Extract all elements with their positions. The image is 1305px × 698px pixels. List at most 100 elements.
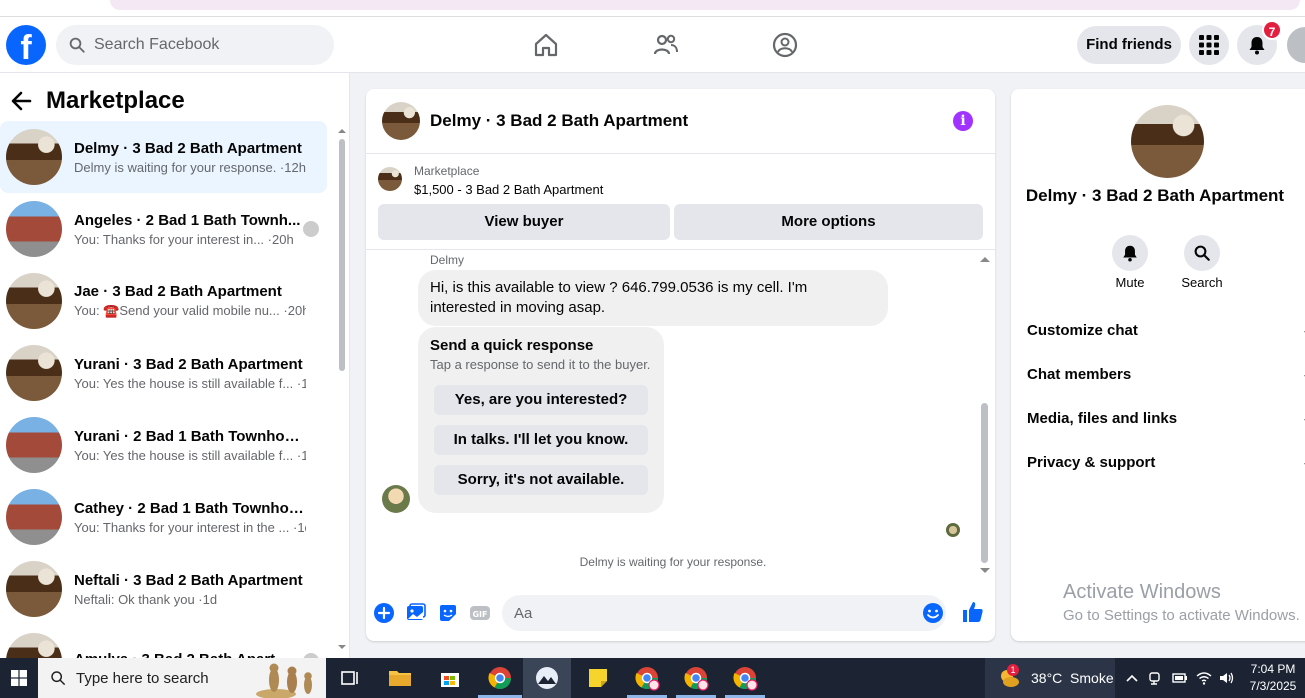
conversation-text: Cathey · 2 Bad 1 Bath Townhouse You: Than… xyxy=(74,500,306,535)
conversation-item[interactable]: Angeles · 2 Bad 1 Bath Townh... You: Than… xyxy=(0,193,327,265)
emoji-icon[interactable] xyxy=(922,602,944,624)
chrome-profile-3-icon[interactable] xyxy=(731,664,759,692)
chat-avatar[interactable] xyxy=(382,102,420,140)
customize-chat-label: Customize chat xyxy=(1027,322,1138,339)
sticker-icon[interactable] xyxy=(437,602,459,624)
volume-icon[interactable] xyxy=(1218,670,1234,686)
clock-date: 7/3/2025 xyxy=(1249,679,1297,693)
customize-chat-item[interactable]: Customize chat xyxy=(1027,322,1305,344)
quick-response-card: Send a quick response Tap a response to … xyxy=(418,327,664,513)
wifi-icon[interactable] xyxy=(1196,670,1212,686)
back-arrow-icon[interactable] xyxy=(10,90,32,112)
scroll-up-icon[interactable] xyxy=(980,255,990,263)
search-input[interactable] xyxy=(94,36,314,54)
conversation-preview-text: Neftali: Ok thank you xyxy=(74,591,195,607)
search-box[interactable] xyxy=(56,25,334,65)
bell-icon xyxy=(1249,37,1265,55)
conversation-item[interactable]: Yurani · 3 Bad 2 Bath Apartment You: Yes … xyxy=(0,337,327,409)
privacy-support-label: Privacy & support xyxy=(1027,454,1156,471)
chat-scrollbar[interactable] xyxy=(978,253,992,579)
conversation-preview: You: Yes the house is still available f.… xyxy=(74,448,306,463)
info-icon[interactable]: i xyxy=(953,111,973,131)
scroll-up-icon[interactable] xyxy=(338,127,346,135)
conversation-avatar xyxy=(6,561,62,617)
chat-scroll-thumb[interactable] xyxy=(981,403,988,563)
remote-app-icon[interactable] xyxy=(533,664,561,692)
find-friends-button[interactable]: Find friends xyxy=(1077,26,1181,64)
microsoft-store-icon[interactable] xyxy=(436,664,464,692)
grid-menu-icon xyxy=(1199,35,1219,55)
sticky-notes-icon[interactable] xyxy=(584,664,612,692)
conversation-time: 20h xyxy=(272,231,294,247)
scroll-down-icon[interactable] xyxy=(980,567,990,575)
quick-response-title: Send a quick response xyxy=(430,337,594,354)
conversation-time: 1d xyxy=(301,448,306,463)
friends-icon[interactable] xyxy=(652,31,680,59)
home-icon[interactable] xyxy=(532,31,560,59)
mute-action[interactable]: Mute xyxy=(1100,235,1160,290)
message-bubble[interactable]: Hi, is this available to view ? 646.799.… xyxy=(418,270,888,326)
facebook-logo-icon[interactable]: f xyxy=(6,25,46,65)
photo-icon[interactable] xyxy=(405,602,427,624)
search-icon xyxy=(51,671,66,686)
browser-address-strip xyxy=(0,0,1305,17)
account-avatar[interactable] xyxy=(1285,25,1305,65)
start-button[interactable] xyxy=(0,658,38,698)
like-thumbs-up-icon[interactable] xyxy=(961,600,985,624)
scroll-down-icon[interactable] xyxy=(338,643,346,651)
message-input[interactable] xyxy=(502,595,946,631)
conversation-item[interactable]: Yurani · 2 Bad 1 Bath Townhouse You: Yes … xyxy=(0,409,327,481)
details-avatar[interactable] xyxy=(1131,105,1204,178)
more-options-button[interactable]: More options xyxy=(674,204,983,240)
conversation-item[interactable]: Cathey · 2 Bad 1 Bath Townhouse You: Than… xyxy=(0,481,327,553)
conversation-preview: You: Yes the house is still available f.… xyxy=(74,376,306,391)
weather-text: 38°C Smoke xyxy=(1031,670,1114,686)
chat-members-item[interactable]: Chat members xyxy=(1027,366,1305,388)
system-clock[interactable]: 7:04 PM 7/3/2025 xyxy=(1245,661,1301,695)
conversation-avatar xyxy=(6,417,62,473)
conversation-item[interactable]: Jae · 3 Bad 2 Bath Apartment You: ☎️Send … xyxy=(0,265,327,337)
quick-response-sorry-button[interactable]: Sorry, it's not available. xyxy=(434,465,648,495)
chrome-profile-1-icon[interactable] xyxy=(633,664,661,692)
search-icon xyxy=(1194,245,1210,261)
quick-response-yes-button[interactable]: Yes, are you interested? xyxy=(434,385,648,415)
battery-icon[interactable] xyxy=(1172,670,1188,686)
sender-avatar[interactable] xyxy=(382,485,410,513)
activate-windows-title: Activate Windows xyxy=(1063,581,1221,603)
conversation-title: Angeles · 2 Bad 1 Bath Townh... xyxy=(74,211,301,229)
privacy-support-item[interactable]: Privacy & support xyxy=(1027,454,1305,476)
plus-circle-icon[interactable] xyxy=(373,602,395,624)
menu-button[interactable] xyxy=(1189,25,1229,65)
listing-thumbnail[interactable] xyxy=(378,167,402,191)
groups-icon[interactable] xyxy=(771,31,799,59)
media-files-links-item[interactable]: Media, files and links xyxy=(1027,410,1305,432)
sidebar-scrollbar[interactable] xyxy=(338,127,346,649)
conversation-time: 12h xyxy=(284,159,306,175)
chat-title[interactable]: Delmy · 3 Bad 2 Bath Apartment xyxy=(430,111,688,131)
chrome-icon[interactable] xyxy=(486,664,514,692)
conversation-item[interactable]: Neftali · 3 Bad 2 Bath Apartment Neftali:… xyxy=(0,553,327,625)
conversation-avatar xyxy=(6,201,62,257)
task-view-icon[interactable] xyxy=(336,664,364,692)
conversation-preview-text: You: Thanks for your interest in the ... xyxy=(74,519,290,535)
meet-now-icon[interactable] xyxy=(1148,670,1164,686)
view-buyer-button[interactable]: View buyer xyxy=(378,204,670,240)
conversation-title: Cathey · 2 Bad 1 Bath Townhouse xyxy=(74,499,306,517)
taskbar-search[interactable]: Type here to search xyxy=(38,658,326,698)
listing-price[interactable]: $1,500 - 3 Bad 2 Bath Apartment xyxy=(414,182,603,197)
conversation-item[interactable]: Delmy · 3 Bad 2 Bath Apartment Delmy is w… xyxy=(0,121,327,193)
chat-members-label: Chat members xyxy=(1027,366,1132,383)
notification-count-badge: 7 xyxy=(1262,20,1282,40)
sidebar-scroll-thumb[interactable] xyxy=(339,139,345,371)
chrome-profile-2-icon[interactable] xyxy=(682,664,710,692)
file-explorer-icon[interactable] xyxy=(386,664,414,692)
chevron-up-icon[interactable] xyxy=(1124,670,1140,686)
conversation-time: 1d xyxy=(297,519,306,535)
address-bar[interactable] xyxy=(110,0,1300,10)
conversation-time: 1d xyxy=(301,376,306,391)
quick-response-in-talks-button[interactable]: In talks. I'll let you know. xyxy=(434,425,648,455)
weather-widget[interactable]: 1 38°C Smoke xyxy=(985,658,1115,698)
search-action[interactable]: Search xyxy=(1172,235,1232,290)
conversation-item[interactable]: Amulya · 3 Bad 2 Bath Apart... xyxy=(0,625,327,658)
gif-icon[interactable]: GIF xyxy=(469,602,491,624)
